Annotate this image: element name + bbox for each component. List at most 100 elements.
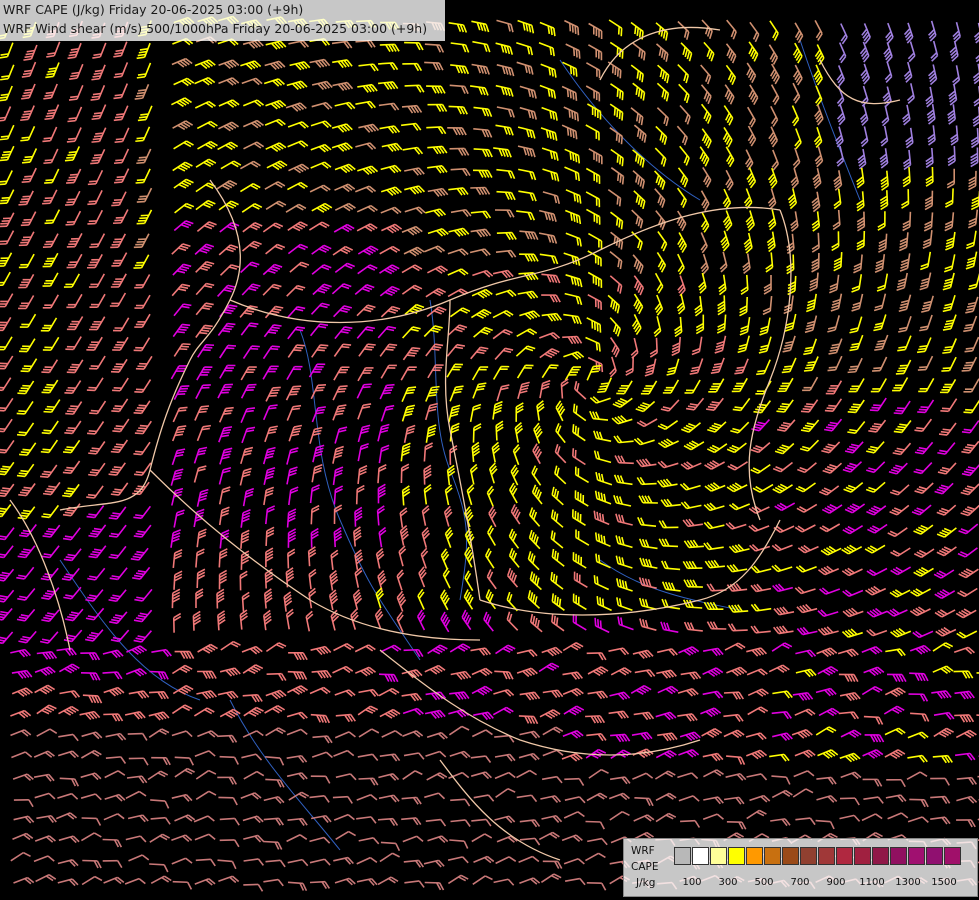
- wind-barb: [610, 231, 624, 250]
- wind-barb: [288, 651, 308, 661]
- wind-barb: [538, 662, 560, 673]
- wind-barb: [450, 64, 470, 75]
- wind-barb: [194, 100, 216, 109]
- wind-barb: [617, 616, 634, 631]
- wind-barb: [195, 199, 216, 211]
- wind-barb: [862, 749, 884, 759]
- wind-barb: [91, 104, 107, 121]
- wind-barb: [110, 273, 127, 288]
- wind-barb: [494, 670, 514, 680]
- wind-barb: [797, 462, 817, 474]
- wind-barb: [613, 435, 634, 444]
- wind-barb: [240, 322, 259, 336]
- wind-barb: [174, 756, 195, 766]
- wind-barb: [554, 465, 567, 485]
- wind-barb: [466, 484, 475, 506]
- wind-barb: [708, 378, 725, 393]
- wind-barb: [880, 170, 889, 191]
- wind-barb: [572, 614, 587, 631]
- wind-barb: [633, 293, 644, 315]
- wind-barb: [92, 42, 107, 59]
- wind-barb: [586, 317, 602, 333]
- wind-barb: [470, 346, 489, 360]
- wind-barb: [11, 669, 33, 679]
- wind-barb: [34, 792, 56, 800]
- wind-barb: [23, 44, 38, 61]
- wind-barb: [638, 597, 657, 611]
- wind-barb: [527, 551, 540, 571]
- wind-barb: [510, 504, 521, 525]
- wind-barb: [633, 275, 645, 296]
- wind-barb: [531, 484, 543, 505]
- wind-barb: [587, 690, 609, 700]
- wind-barb: [541, 775, 563, 784]
- wind-barb: [770, 84, 780, 106]
- wind-barb: [594, 532, 611, 548]
- wind-barb: [907, 41, 916, 63]
- wind-barb: [824, 398, 843, 412]
- wind-barb: [656, 107, 669, 127]
- wind-barb: [824, 418, 843, 432]
- wind-barb: [133, 524, 152, 538]
- wind-barb: [518, 715, 539, 725]
- wind-barb: [424, 664, 446, 675]
- wind-barb: [59, 777, 80, 787]
- wind-barb: [219, 344, 237, 359]
- river: [799, 39, 861, 201]
- wind-barb: [797, 544, 819, 554]
- wind-barb: [449, 84, 469, 95]
- wind-barb: [844, 441, 864, 454]
- wind-barb: [172, 406, 188, 423]
- wind-barb: [171, 834, 193, 843]
- wind-barb: [916, 337, 932, 354]
- wind-barb: [439, 589, 450, 611]
- wind-barb: [886, 778, 906, 788]
- wind-barb: [334, 326, 353, 340]
- wind-barb: [219, 304, 238, 318]
- wind-barb: [149, 833, 171, 843]
- wind-barb: [263, 878, 284, 887]
- wind-barb: [794, 586, 816, 595]
- wind-barb: [18, 483, 36, 497]
- wind-barb: [492, 310, 514, 319]
- wind-barb: [381, 730, 403, 738]
- wind-barb: [777, 377, 794, 393]
- wind-barb: [654, 294, 664, 316]
- wind-barb: [218, 200, 239, 211]
- wind-barb: [310, 775, 331, 784]
- wind-barb: [243, 770, 265, 780]
- wind-barb: [357, 367, 374, 382]
- wind-barb: [0, 568, 15, 582]
- wind-barb: [585, 191, 601, 208]
- wind-barb: [902, 167, 911, 188]
- legend-tick-label: 900: [826, 877, 846, 888]
- wind-barb: [170, 468, 184, 486]
- wind-barb: [683, 621, 703, 632]
- wind-barb: [136, 62, 152, 79]
- wind-barb: [841, 544, 863, 555]
- wind-barb: [703, 542, 724, 551]
- wind-barb: [608, 710, 629, 720]
- wind-barb: [866, 567, 888, 577]
- wind-barb: [427, 145, 448, 155]
- wind-barb: [36, 728, 58, 737]
- wind-barb: [932, 665, 954, 675]
- wind-barb: [770, 105, 779, 127]
- wind-barb: [796, 626, 818, 636]
- wind-barb: [357, 264, 378, 275]
- wind-barb: [909, 644, 931, 655]
- wind-barb: [264, 425, 278, 443]
- wind-barb: [217, 284, 236, 297]
- wind-barb: [519, 730, 541, 739]
- wind-barb: [873, 293, 887, 312]
- wind-barb: [287, 548, 296, 569]
- wind-barb: [492, 328, 513, 340]
- wind-barb: [66, 168, 82, 184]
- wind-barb: [41, 545, 60, 559]
- wind-barb: [866, 441, 885, 454]
- wind-barb: [519, 837, 541, 846]
- wind-barb: [727, 623, 748, 632]
- wind-barb: [815, 687, 837, 697]
- wind-barb: [427, 103, 448, 112]
- wind-barb: [219, 364, 236, 379]
